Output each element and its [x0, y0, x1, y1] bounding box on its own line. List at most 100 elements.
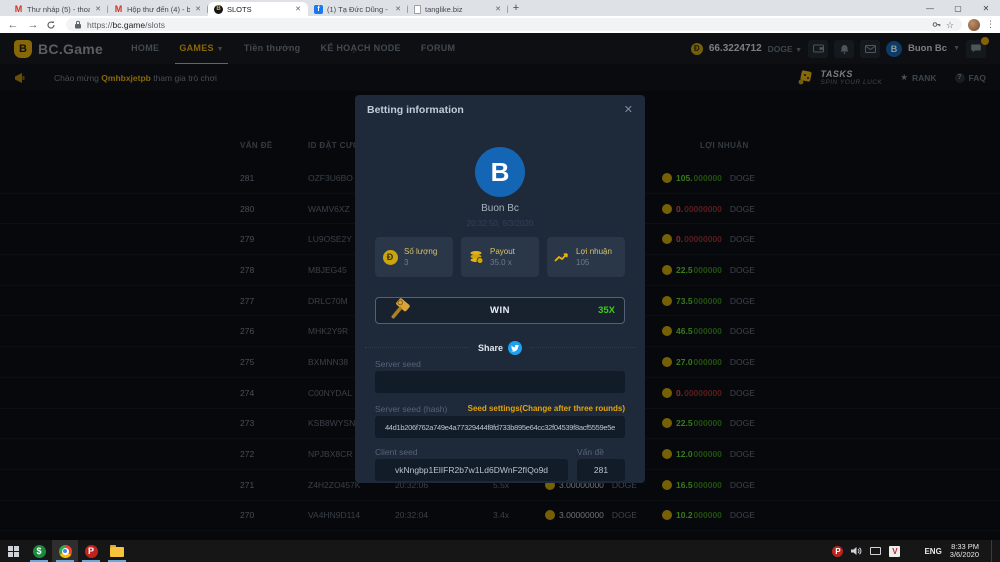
p-app-icon: P — [832, 546, 843, 557]
stat-amount: Ð Số lượng 3 — [375, 237, 453, 277]
stat-profit: Lợi nhuận 105 — [547, 237, 625, 277]
result-multiplier: 35X — [598, 305, 615, 316]
taskbar-money-app[interactable]: $ — [26, 540, 52, 562]
folder-icon — [110, 547, 124, 557]
lock-icon — [74, 20, 82, 29]
taskbar-clock[interactable]: 8:33 PM 3/6/2020 — [950, 543, 983, 560]
share-row: Share — [355, 338, 645, 356]
nonce-label: Vấn đề — [577, 447, 604, 457]
tab-close-icon[interactable]: ✕ — [94, 5, 102, 13]
twitter-icon[interactable] — [508, 341, 522, 355]
tab-gmail-inbox[interactable]: M Hộp thư đến (4) - bcgamebount ✕ — [108, 2, 208, 16]
taskbar-p-app[interactable]: P — [78, 540, 104, 562]
new-tab-button[interactable]: + — [508, 2, 524, 16]
coins-stack-icon — [468, 250, 484, 264]
browser-menu-icon[interactable]: ⋮ — [986, 19, 994, 30]
key-icon[interactable] — [932, 20, 941, 29]
stat-label: Số lượng — [404, 247, 437, 256]
result-label: WIN — [376, 305, 624, 316]
page-icon — [414, 5, 421, 14]
speaker-icon — [851, 546, 862, 556]
taskbar: $ P P V ENG 8:33 PM 3/6/2020 — [0, 540, 1000, 562]
client-seed-input[interactable]: vkNngbp1ElIFR2b7w1Ld6DWnF2fIQo9d — [375, 459, 568, 481]
tray-volume[interactable] — [851, 546, 862, 556]
seed-settings-link[interactable]: Seed settings(Change after three rounds) — [468, 404, 625, 413]
windows-icon — [8, 546, 19, 557]
taskbar-file-explorer[interactable] — [104, 540, 130, 562]
modal-close-icon[interactable]: ✕ — [624, 105, 633, 115]
stat-label: Lợi nhuận — [576, 247, 612, 256]
modal-header: Betting information ✕ — [355, 95, 645, 116]
taskbar-chrome[interactable] — [52, 540, 78, 562]
gmail-icon: M — [114, 5, 123, 14]
stat-value: 105 — [576, 258, 612, 267]
tab-facebook[interactable]: f (1) Tạ Đức Dũng - Bông Thanh N ✕ — [308, 2, 408, 16]
tab-close-icon[interactable]: ✕ — [394, 5, 402, 13]
tab-slots-active[interactable]: B SLOTS ✕ — [208, 2, 308, 16]
server-seed-label: Server seed — [375, 359, 421, 369]
start-button[interactable] — [0, 540, 26, 562]
money-app-icon: $ — [33, 545, 46, 558]
language-indicator[interactable]: ENG — [924, 547, 941, 556]
trend-up-icon — [554, 251, 570, 263]
tab-title: SLOTS — [227, 5, 290, 14]
server-seed-hash-label: Server seed (hash) — [375, 404, 447, 414]
bcgame-page: B BC.Game HOME GAMES ▼ Tiền thưởng KẾ HO… — [0, 33, 1000, 540]
network-icon — [870, 547, 881, 555]
tab-close-icon[interactable]: ✕ — [294, 5, 302, 13]
result-bar: WIN 35X — [375, 297, 625, 324]
tray-v-app[interactable]: V — [889, 546, 900, 557]
window-controls: — ▢ ✕ — [916, 0, 1000, 16]
reload-icon[interactable] — [46, 20, 60, 30]
browser-tabstrip: M Thư nháp (5) - thoai14071997@ ✕ M Hộp … — [0, 0, 1000, 16]
p-app-icon: P — [85, 545, 98, 558]
tab-title: (1) Tạ Đức Dũng - Bông Thanh N — [327, 5, 390, 14]
nonce-input[interactable]: 281 — [577, 459, 625, 481]
show-desktop-button[interactable] — [991, 540, 994, 562]
system-tray: P V ENG 8:33 PM 3/6/2020 — [832, 540, 1000, 562]
chrome-icon — [59, 545, 72, 558]
close-button[interactable]: ✕ — [972, 0, 1000, 16]
v-app-icon: V — [889, 546, 900, 557]
stat-payout: Payout 35.0 x — [461, 237, 539, 277]
server-seed-hash-input[interactable]: 44d1b206f762a749e4a77329444f8fd733b895e6… — [375, 416, 625, 438]
forward-icon[interactable]: → — [26, 18, 40, 32]
back-icon[interactable]: ← — [6, 18, 20, 32]
tab-close-icon[interactable]: ✕ — [494, 5, 502, 13]
tab-close-icon[interactable]: ✕ — [194, 5, 202, 13]
tab-title: Thư nháp (5) - thoai14071997@ — [27, 5, 90, 14]
screen: M Thư nháp (5) - thoai14071997@ ✕ M Hộp … — [0, 0, 1000, 562]
url-scheme: https:// — [87, 20, 113, 30]
share-label: Share — [478, 343, 503, 353]
bookmark-star-icon[interactable]: ☆ — [946, 20, 954, 30]
tray-network[interactable] — [870, 547, 881, 555]
stat-label: Payout — [490, 247, 515, 256]
minimize-button[interactable]: — — [916, 0, 944, 16]
server-seed-input[interactable] — [375, 371, 625, 393]
facebook-icon: f — [314, 5, 323, 14]
client-seed-label: Client seed — [375, 447, 418, 457]
tab-gmail-drafts[interactable]: M Thư nháp (5) - thoai14071997@ ✕ — [8, 2, 108, 16]
browser-profile-avatar[interactable] — [968, 19, 980, 31]
gmail-icon: M — [14, 5, 23, 14]
address-bar[interactable]: https://bc.game/slots ☆ — [66, 18, 962, 31]
bcgame-favicon: B — [214, 5, 223, 14]
player-avatar: B — [475, 147, 525, 197]
stat-value: 35.0 x — [490, 258, 515, 267]
maximize-button[interactable]: ▢ — [944, 0, 972, 16]
url-text: https://bc.game/slots — [87, 20, 927, 30]
url-host: bc.game — [113, 20, 146, 30]
tab-tanglike[interactable]: tanglike.biz ✕ — [408, 2, 508, 16]
tab-title: Hộp thư đến (4) - bcgamebount — [127, 5, 190, 14]
bet-timestamp: 20:32:50, 6/3/2020 — [355, 219, 645, 228]
tab-title: tanglike.biz — [425, 5, 490, 14]
player-name: Buon Bc — [355, 203, 645, 214]
coin-icon: Ð — [382, 250, 398, 265]
modal-title: Betting information — [367, 104, 464, 116]
tray-p-app[interactable]: P — [832, 546, 843, 557]
share-chip: Share — [470, 341, 530, 355]
betting-info-modal: Betting information ✕ B Buon Bc 20:32:50… — [355, 95, 645, 483]
bet-stats: Ð Số lượng 3 Payout 35.0 x Lợi nhuận 105 — [375, 237, 625, 277]
browser-toolbar: ← → https://bc.game/slots ☆ ⋮ — [0, 16, 1000, 33]
stat-value: 3 — [404, 258, 437, 267]
